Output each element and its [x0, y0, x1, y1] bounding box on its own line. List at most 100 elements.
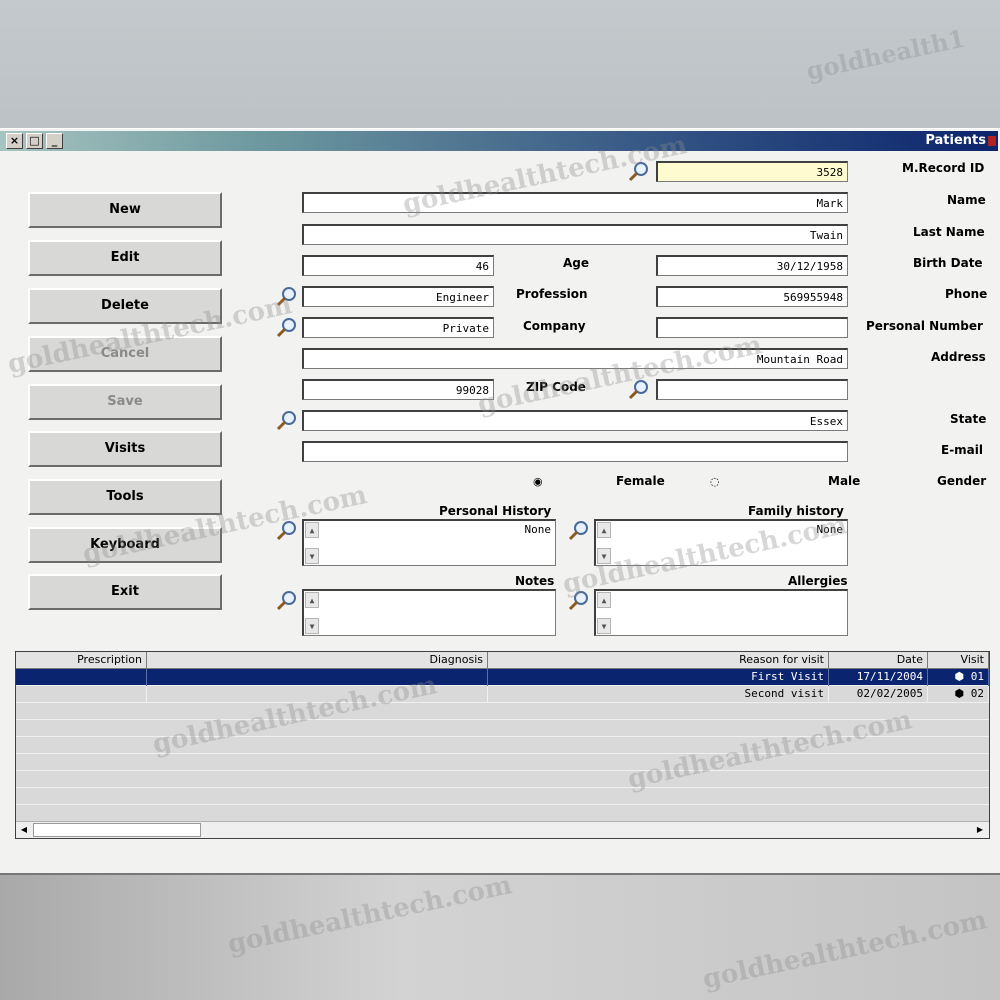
memo-scrollbar[interactable]: ▲ ▼ — [304, 591, 320, 637]
search-icon[interactable] — [276, 316, 298, 338]
tools-button[interactable]: Tools — [28, 479, 222, 515]
search-icon[interactable] — [276, 589, 298, 611]
birth-date-label: Birth Date — [913, 256, 983, 270]
memo-scrollbar[interactable]: ▲ ▼ — [596, 591, 612, 637]
app-icon — [988, 136, 996, 146]
last-name-field[interactable]: Twain — [302, 224, 848, 245]
keyboard-button[interactable]: Keyboard — [28, 527, 222, 563]
state-field[interactable]: Essex — [302, 410, 848, 431]
state-label: State — [950, 412, 987, 426]
notes-memo[interactable]: ▲ ▼ — [302, 589, 556, 636]
column-header-date[interactable]: Date — [829, 652, 928, 669]
column-header-visit[interactable]: Visit — [928, 652, 989, 669]
allergies-label: Allergies — [788, 574, 848, 588]
email-label: E-mail — [941, 443, 984, 457]
search-icon[interactable] — [568, 589, 590, 611]
title-bar: × □ _ Patients — [0, 131, 998, 151]
name-label: Name — [947, 193, 986, 207]
table-row[interactable] — [16, 720, 989, 737]
scroll-down-icon[interactable]: ▼ — [305, 618, 319, 634]
phone-field[interactable]: 569955948 — [656, 286, 848, 307]
cancel-button[interactable]: Cancel — [28, 336, 222, 372]
profession-label: Profession — [516, 287, 588, 301]
family-history-memo[interactable]: None ▲ ▼ — [594, 519, 848, 566]
record-id-field[interactable]: 3528 — [656, 161, 848, 182]
email-field[interactable] — [302, 441, 848, 462]
table-row[interactable] — [16, 788, 989, 805]
age-label: Age — [563, 256, 590, 270]
scroll-left-icon[interactable]: ◀ — [17, 823, 31, 837]
column-header-reason[interactable]: Reason for visit — [488, 652, 829, 669]
close-icon[interactable]: × — [6, 133, 23, 149]
scroll-up-icon[interactable]: ▲ — [597, 592, 611, 608]
search-icon[interactable] — [568, 519, 590, 541]
phone-label: Phone — [945, 287, 988, 301]
company-field[interactable]: Private — [302, 317, 494, 338]
memo-scrollbar[interactable]: ▲ ▼ — [304, 521, 320, 567]
address-field[interactable]: Mountain Road — [302, 348, 848, 369]
prescription-cell — [16, 686, 147, 703]
name-field[interactable]: Mark — [302, 192, 848, 213]
memo-scrollbar[interactable]: ▲ ▼ — [596, 521, 612, 567]
diagnosis-cell — [147, 669, 488, 686]
notes-label: Notes — [515, 574, 555, 588]
minimize-icon[interactable]: _ — [46, 133, 63, 149]
table-row[interactable] — [16, 754, 989, 771]
scroll-down-icon[interactable]: ▼ — [305, 548, 319, 564]
personal-number-field[interactable] — [656, 317, 848, 338]
restore-icon[interactable]: □ — [26, 133, 43, 149]
column-header-prescription[interactable]: Prescription — [16, 652, 147, 669]
table-row[interactable] — [16, 771, 989, 788]
family-history-text: None — [816, 523, 844, 536]
search-icon[interactable] — [628, 378, 650, 400]
table-row[interactable] — [16, 737, 989, 754]
search-icon[interactable] — [276, 285, 298, 307]
scroll-up-icon[interactable]: ▲ — [305, 522, 319, 538]
save-button[interactable]: Save — [28, 384, 222, 420]
visits-button[interactable]: Visits — [28, 431, 222, 467]
date-cell: 17/11/2004 — [829, 669, 928, 686]
personal-history-label: Personal History — [439, 504, 552, 518]
visit-cell: ⬢ 02 — [928, 686, 989, 703]
visits-table[interactable]: Visit Date Reason for visit Diagnosis Pr… — [15, 651, 990, 839]
column-header-diagnosis[interactable]: Diagnosis — [147, 652, 488, 669]
allergies-memo[interactable]: ▲ ▼ — [594, 589, 848, 636]
new-button[interactable]: New — [28, 192, 222, 228]
edit-button[interactable]: Edit — [28, 240, 222, 276]
birth-date-field[interactable]: 30/12/1958 — [656, 255, 848, 276]
delete-button[interactable]: Delete — [28, 288, 222, 324]
exit-button[interactable]: Exit — [28, 574, 222, 610]
reason-cell: Second visit — [488, 686, 829, 703]
row-icon: ⬢ — [954, 670, 971, 683]
age-field[interactable]: 46 — [302, 255, 494, 276]
personal-history-memo[interactable]: None ▲ ▼ — [302, 519, 556, 566]
gender-label: Gender — [937, 474, 987, 488]
profession-field[interactable]: Engineer — [302, 286, 494, 307]
prescription-cell — [16, 669, 147, 686]
table-row[interactable] — [16, 805, 989, 822]
reason-cell: First Visit — [488, 669, 829, 686]
scroll-right-icon[interactable]: ▶ — [973, 823, 987, 837]
scroll-down-icon[interactable]: ▼ — [597, 618, 611, 634]
record-id-label: M.Record ID — [902, 161, 985, 175]
scrollbar-thumb[interactable] — [33, 823, 201, 837]
female-label: Female — [616, 474, 665, 488]
search-icon[interactable] — [276, 409, 298, 431]
table-row[interactable]: ⬢ 01 17/11/2004 First Visit — [16, 669, 989, 686]
search-icon[interactable] — [276, 519, 298, 541]
scroll-up-icon[interactable]: ▲ — [305, 592, 319, 608]
female-radio[interactable]: ◉ — [533, 476, 543, 487]
scroll-down-icon[interactable]: ▼ — [597, 548, 611, 564]
horizontal-scrollbar[interactable]: ◀ ▶ — [16, 821, 989, 838]
table-row[interactable]: ⬢ 02 02/02/2005 Second visit — [16, 686, 989, 703]
window-title: Patients — [925, 133, 986, 148]
search-icon[interactable] — [628, 160, 650, 182]
family-history-label: Family history — [748, 504, 844, 518]
scroll-up-icon[interactable]: ▲ — [597, 522, 611, 538]
male-radio[interactable]: ◌ — [710, 476, 720, 487]
zip-extra-field[interactable] — [656, 379, 848, 400]
zip-code-field[interactable]: 99028 — [302, 379, 494, 400]
row-icon: ⬢ — [954, 687, 971, 700]
visit-cell: ⬢ 01 — [928, 669, 989, 686]
table-row[interactable] — [16, 703, 989, 720]
